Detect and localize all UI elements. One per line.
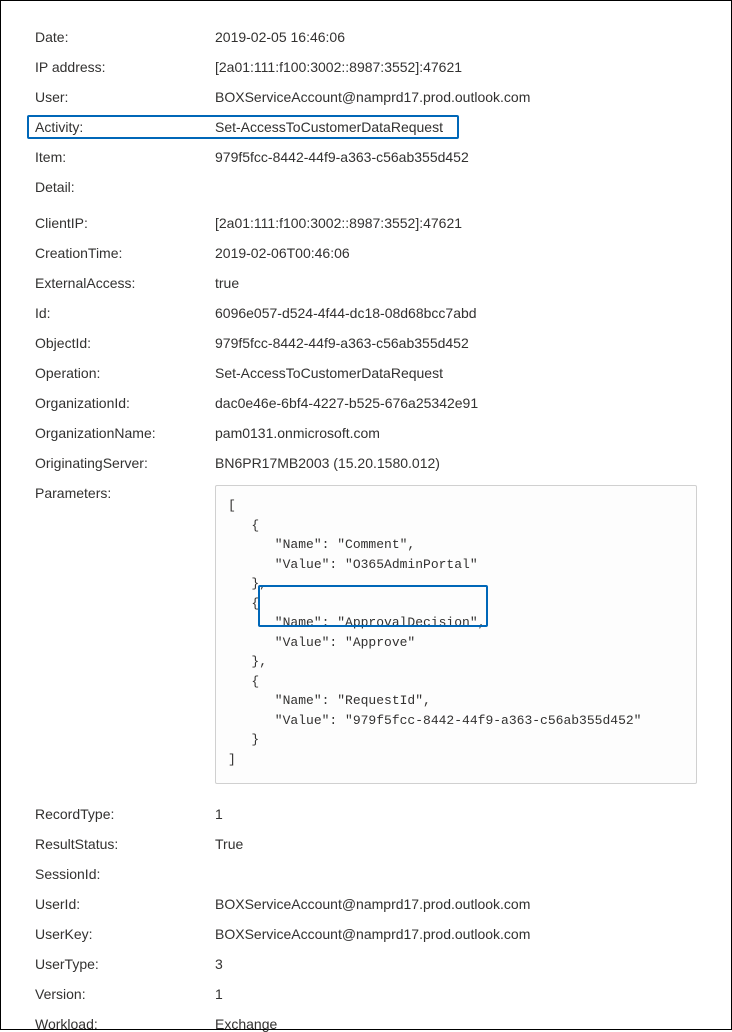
detail-panel: Date: 2019-02-05 16:46:06 IP address: [2…: [35, 29, 697, 1032]
label-objectid: ObjectId:: [35, 335, 215, 351]
row-operation: Operation: Set-AccessToCustomerDataReque…: [35, 365, 697, 381]
value-organizationid: dac0e46e-6bf4-4227-b525-676a25342e91: [215, 395, 697, 411]
label-sessionid: SessionId:: [35, 866, 215, 882]
value-userkey: BOXServiceAccount@namprd17.prod.outlook.…: [215, 926, 697, 942]
label-organizationid: OrganizationId:: [35, 395, 215, 411]
value-originatingserver: BN6PR17MB2003 (15.20.1580.012): [215, 455, 697, 471]
row-clientip: ClientIP: [2a01:111:f100:3002::8987:3552…: [35, 215, 697, 231]
label-version: Version:: [35, 986, 215, 1002]
row-activity: Activity: Set-AccessToCustomerDataReques…: [35, 119, 697, 135]
label-clientip: ClientIP:: [35, 215, 215, 231]
label-usertype: UserType:: [35, 956, 215, 972]
value-organizationname: pam0131.onmicrosoft.com: [215, 425, 697, 441]
value-objectid: 979f5fcc-8442-44f9-a363-c56ab355d452: [215, 335, 697, 351]
value-externalaccess: true: [215, 275, 697, 291]
label-userid: UserId:: [35, 896, 215, 912]
row-userid: UserId: BOXServiceAccount@namprd17.prod.…: [35, 896, 697, 912]
label-ip-address: IP address:: [35, 59, 215, 75]
row-id: Id: 6096e057-d524-4f44-dc18-08d68bcc7abd: [35, 305, 697, 321]
row-parameters: Parameters: [ { "Name": "Comment", "Valu…: [35, 485, 697, 784]
value-id: 6096e057-d524-4f44-dc18-08d68bcc7abd: [215, 305, 697, 321]
row-version: Version: 1: [35, 986, 697, 1002]
label-user: User:: [35, 89, 215, 105]
value-clientip: [2a01:111:f100:3002::8987:3552]:47621: [215, 215, 697, 231]
row-organizationname: OrganizationName: pam0131.onmicrosoft.co…: [35, 425, 697, 441]
row-objectid: ObjectId: 979f5fcc-8442-44f9-a363-c56ab3…: [35, 335, 697, 351]
row-userkey: UserKey: BOXServiceAccount@namprd17.prod…: [35, 926, 697, 942]
label-detail: Detail:: [35, 179, 215, 195]
parameters-json: [ { "Name": "Comment", "Value": "O365Adm…: [228, 498, 641, 767]
value-parameters: [ { "Name": "Comment", "Value": "O365Adm…: [215, 485, 697, 784]
row-date: Date: 2019-02-05 16:46:06: [35, 29, 697, 45]
value-item: 979f5fcc-8442-44f9-a363-c56ab355d452: [215, 149, 697, 165]
value-date: 2019-02-05 16:46:06: [215, 29, 697, 45]
row-user: User: BOXServiceAccount@namprd17.prod.ou…: [35, 89, 697, 105]
value-recordtype: 1: [215, 806, 697, 822]
value-ip-address: [2a01:111:f100:3002::8987:3552]:47621: [215, 59, 697, 75]
label-operation: Operation:: [35, 365, 215, 381]
row-detail: Detail:: [35, 179, 697, 195]
row-externalaccess: ExternalAccess: true: [35, 275, 697, 291]
label-creationtime: CreationTime:: [35, 245, 215, 261]
label-userkey: UserKey:: [35, 926, 215, 942]
row-sessionid: SessionId:: [35, 866, 697, 882]
value-version: 1: [215, 986, 697, 1002]
row-usertype: UserType: 3: [35, 956, 697, 972]
label-recordtype: RecordType:: [35, 806, 215, 822]
label-resultstatus: ResultStatus:: [35, 836, 215, 852]
value-activity: Set-AccessToCustomerDataRequest: [215, 119, 697, 135]
row-creationtime: CreationTime: 2019-02-06T00:46:06: [35, 245, 697, 261]
value-userid: BOXServiceAccount@namprd17.prod.outlook.…: [215, 896, 697, 912]
label-date: Date:: [35, 29, 215, 45]
label-item: Item:: [35, 149, 215, 165]
value-usertype: 3: [215, 956, 697, 972]
row-item: Item: 979f5fcc-8442-44f9-a363-c56ab355d4…: [35, 149, 697, 165]
row-resultstatus: ResultStatus: True: [35, 836, 697, 852]
row-organizationid: OrganizationId: dac0e46e-6bf4-4227-b525-…: [35, 395, 697, 411]
value-operation: Set-AccessToCustomerDataRequest: [215, 365, 697, 381]
label-organizationname: OrganizationName:: [35, 425, 215, 441]
value-creationtime: 2019-02-06T00:46:06: [215, 245, 697, 261]
row-ip-address: IP address: [2a01:111:f100:3002::8987:35…: [35, 59, 697, 75]
value-resultstatus: True: [215, 836, 697, 852]
row-recordtype: RecordType: 1: [35, 806, 697, 822]
row-originatingserver: OriginatingServer: BN6PR17MB2003 (15.20.…: [35, 455, 697, 471]
label-parameters: Parameters:: [35, 485, 215, 501]
label-externalaccess: ExternalAccess:: [35, 275, 215, 291]
label-activity: Activity:: [35, 119, 215, 135]
label-originatingserver: OriginatingServer:: [35, 455, 215, 471]
label-id: Id:: [35, 305, 215, 321]
value-user: BOXServiceAccount@namprd17.prod.outlook.…: [215, 89, 697, 105]
